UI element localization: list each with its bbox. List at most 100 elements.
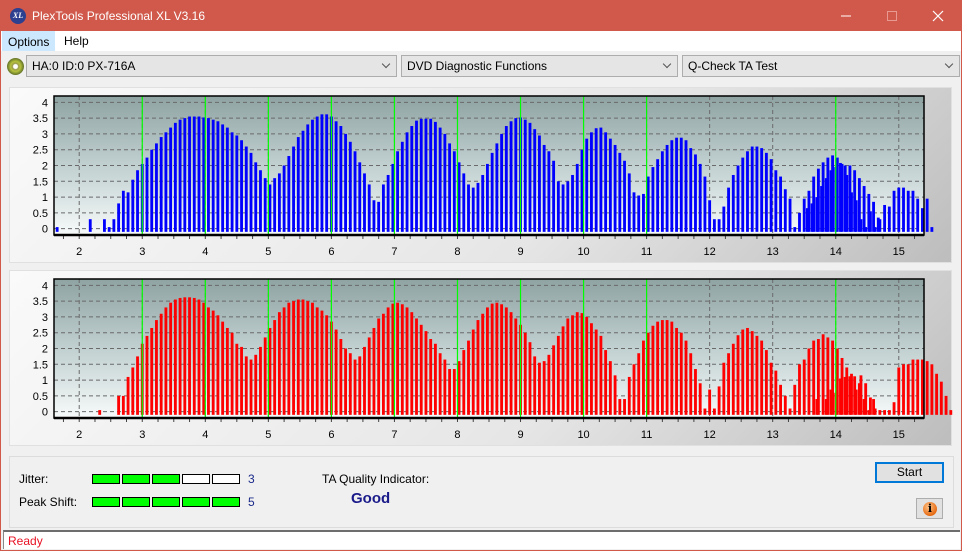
bar [575, 312, 579, 415]
bar [500, 133, 504, 232]
menu-help[interactable]: Help [59, 31, 94, 51]
maximize-button[interactable] [869, 1, 915, 31]
bar [632, 364, 636, 415]
menu-options[interactable]: Options [2, 31, 56, 51]
bar [504, 126, 508, 232]
bar [448, 369, 452, 415]
bar [88, 219, 92, 232]
bar [779, 176, 782, 232]
ta-quality-value: Good [351, 490, 391, 507]
bar [867, 193, 871, 232]
bar [689, 353, 693, 415]
bar [930, 227, 934, 232]
bar [788, 198, 792, 232]
bar [829, 389, 833, 415]
bar [741, 157, 745, 232]
bar [703, 408, 707, 415]
bar [254, 162, 258, 232]
bar [476, 182, 480, 232]
y-tick-label: 1.5 [33, 176, 48, 188]
x-tick-label: 5 [265, 246, 271, 258]
x-tick-label: 13 [767, 429, 779, 441]
bar [916, 359, 920, 415]
bar [812, 340, 816, 415]
bar [490, 303, 494, 415]
chart-panel-top: 0 0.5 1 1.5 2 2.5 3 3.5 4 2 3 4 5 6 7 8 9 10 11 12 13 14 15 [9, 87, 952, 263]
bar [839, 162, 842, 232]
info-button[interactable]: i [916, 498, 943, 519]
bar [429, 118, 433, 232]
bar [381, 313, 385, 415]
bar [679, 137, 683, 232]
minimize-button[interactable] [823, 1, 869, 31]
bar [438, 353, 442, 415]
bar [277, 173, 281, 232]
start-button[interactable]: Start [875, 462, 944, 483]
bar [538, 362, 541, 415]
drive-select[interactable]: HA:0 ID:0 PX-716A [26, 55, 397, 77]
bar [334, 329, 338, 415]
bar [906, 190, 910, 232]
bar [805, 208, 809, 232]
bar [178, 297, 182, 415]
bar [788, 408, 792, 415]
bar [660, 151, 664, 232]
bar [542, 144, 546, 232]
function-select[interactable]: DVD Diagnostic Functions [401, 55, 678, 77]
bar [131, 367, 135, 415]
bar [798, 364, 801, 415]
function-select-value: DVD Diagnostic Functions [407, 59, 548, 73]
bar [197, 116, 201, 232]
toolbar: HA:0 ID:0 PX-716A DVD Diagnostic Functio… [1, 53, 961, 79]
x-tick-label: 15 [893, 429, 905, 441]
bar [897, 187, 901, 232]
bar [599, 335, 603, 415]
y-tick-label: 2 [42, 161, 48, 173]
bar [902, 364, 905, 415]
test-select[interactable]: Q-Check TA Test [682, 55, 960, 77]
x-tick-label: 11 [641, 429, 652, 441]
bar [301, 130, 305, 232]
bar [651, 325, 655, 415]
bar [887, 410, 891, 415]
window-title: PlexTools Professional XL V3.16 [32, 9, 205, 23]
bar [731, 343, 735, 415]
bar [117, 395, 121, 415]
bar [722, 206, 726, 232]
close-button[interactable] [915, 1, 961, 31]
bar [769, 362, 773, 415]
bar [126, 376, 130, 415]
bar [867, 410, 871, 415]
bar [627, 376, 631, 415]
bar [872, 201, 875, 232]
bar [448, 143, 452, 232]
bar [339, 126, 343, 232]
bar [452, 369, 456, 415]
bar [235, 343, 239, 415]
bar [197, 299, 201, 415]
bar [159, 313, 163, 415]
bar [221, 321, 225, 415]
bar [311, 119, 314, 232]
bar [225, 327, 229, 415]
x-tick-label: 10 [577, 246, 589, 258]
bar [764, 350, 768, 415]
bar [599, 127, 603, 232]
bar [839, 378, 842, 415]
chevron-down-icon [382, 56, 392, 76]
peak-shift-value: 5 [248, 495, 255, 509]
x-tick-label: 10 [577, 429, 589, 441]
x-tick-label: 7 [391, 246, 397, 258]
bar [282, 307, 286, 415]
chart-panel-bottom: 0 0.5 1 1.5 2 2.5 3 3.5 4 2 3 4 5 6 7 8 9 10 11 12 13 14 15 [9, 270, 953, 446]
bar [429, 339, 433, 415]
bar [277, 312, 281, 415]
bar [98, 410, 102, 415]
bar [292, 301, 295, 415]
bar [471, 329, 475, 415]
jitter-value: 3 [248, 472, 255, 486]
chevron-down-icon [663, 56, 673, 76]
y-tick-label: 3.5 [33, 113, 48, 125]
bar [155, 143, 158, 232]
bar [897, 367, 901, 415]
